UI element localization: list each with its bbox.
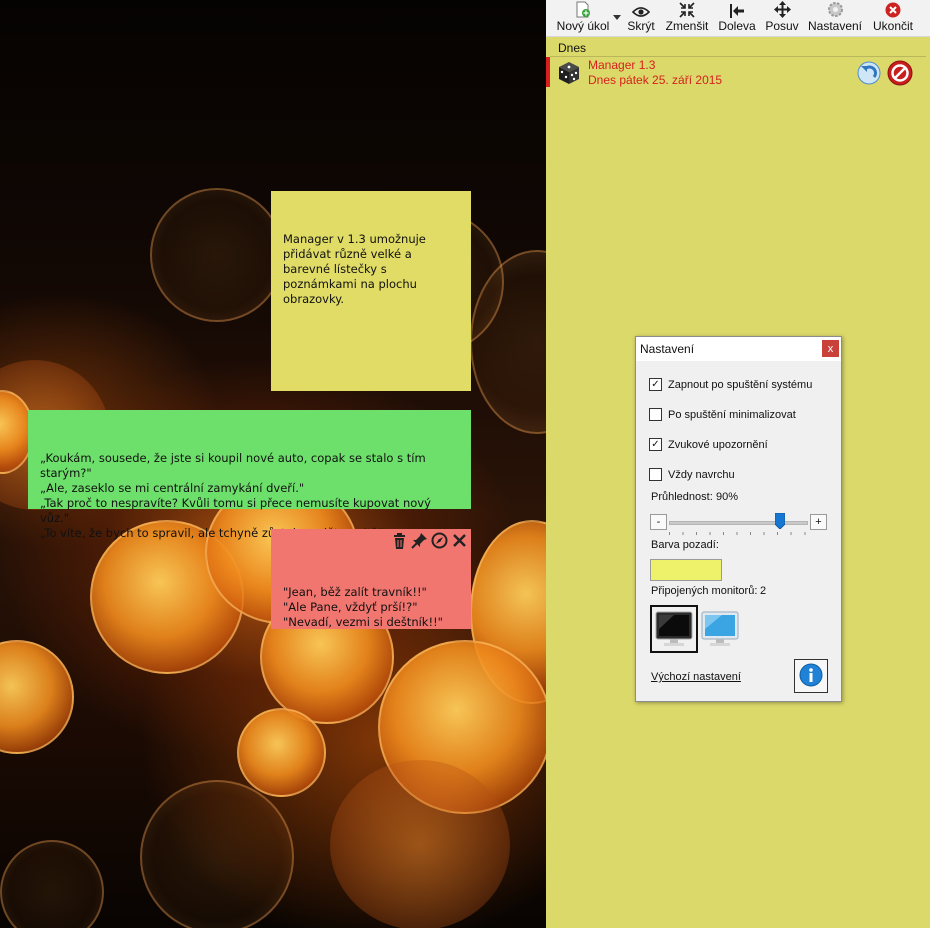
checkbox-autostart[interactable]: ✓ xyxy=(649,378,662,391)
monitors-label: Připojených monitorů: xyxy=(651,585,758,597)
bokeh-circle xyxy=(140,780,294,928)
info-icon xyxy=(799,663,823,690)
note-text[interactable]: „Koukám, sousede, že jste si koupil nové… xyxy=(40,451,431,540)
opacity-value: 90% xyxy=(716,491,739,503)
note-toolbar xyxy=(390,531,469,550)
task-priority-bar xyxy=(546,57,550,87)
task-date: Dnes pátek 25. září 2015 xyxy=(588,73,723,87)
default-settings-link[interactable]: Výchozí nastavení xyxy=(651,671,741,683)
move-button[interactable]: Posuv xyxy=(762,0,802,36)
dialog-close-button[interactable]: x xyxy=(822,340,839,357)
dialog-title-bar[interactable]: Nastavení x xyxy=(636,337,841,361)
option-label: Po spuštění minimalizovat xyxy=(668,408,796,421)
dialog-title: Nastavení xyxy=(640,342,695,356)
exit-label: Ukončit xyxy=(872,19,913,33)
monitors-count: 2 xyxy=(760,585,767,597)
settings-button[interactable]: Nastavení xyxy=(806,0,864,36)
bokeh-circle xyxy=(150,188,284,322)
exit-icon xyxy=(868,0,918,18)
close-icon[interactable] xyxy=(450,531,469,550)
monitor-1-icon[interactable] xyxy=(650,605,698,653)
sticky-note-yellow[interactable]: Manager v 1.3 umožnuje přidávat různě ve… xyxy=(271,191,471,391)
align-left-arrow-icon xyxy=(716,0,758,18)
sticky-note-red[interactable]: "Jean, běž zalít travník!!" "Ale Pane, v… xyxy=(271,529,471,629)
info-button[interactable] xyxy=(794,659,828,693)
new-document-icon xyxy=(550,0,616,18)
new-task-button[interactable]: Nový úkol xyxy=(550,0,616,36)
plus-label: + xyxy=(815,516,822,528)
bokeh-circle xyxy=(330,760,510,928)
opacity-increase-button[interactable]: + xyxy=(810,514,827,530)
bokeh-circle xyxy=(0,640,74,754)
compass-icon[interactable] xyxy=(430,531,449,550)
bokeh-circle xyxy=(237,708,326,797)
dice-icon xyxy=(556,60,581,85)
move-label: Posuv xyxy=(765,19,799,33)
divider xyxy=(550,56,926,57)
checkbox-minimize[interactable] xyxy=(649,408,662,421)
settings-dialog: Nastavení x ✓ Zapnout po spuštění systém… xyxy=(635,336,842,702)
move-arrows-icon xyxy=(762,0,802,18)
exit-button[interactable]: Ukončit xyxy=(868,0,918,36)
left-button[interactable]: Doleva xyxy=(716,0,758,36)
opacity-slider-track[interactable] xyxy=(669,521,808,525)
option-sound[interactable]: ✓ Zvukové upozornění xyxy=(649,438,768,451)
sticky-note-green[interactable]: „Koukám, sousede, že jste si koupil nové… xyxy=(28,410,471,540)
eye-icon xyxy=(624,0,658,18)
shrink-icon xyxy=(662,0,712,18)
close-icon: x xyxy=(827,342,834,355)
chevron-down-icon xyxy=(612,0,622,20)
checkbox-sound[interactable]: ✓ xyxy=(649,438,662,451)
slider-ticks xyxy=(669,532,806,535)
monitor-2-icon[interactable] xyxy=(698,607,742,651)
new-task-label: Nový úkol xyxy=(556,19,610,33)
shrink-button[interactable]: Zmenšit xyxy=(662,0,712,36)
bg-color-swatch[interactable] xyxy=(650,559,722,581)
note-text[interactable]: "Jean, běž zalít travník!!" "Ale Pane, v… xyxy=(283,585,443,629)
task-name: Manager 1.3 xyxy=(588,58,656,72)
opacity-decrease-button[interactable]: - xyxy=(650,514,667,530)
cancel-icon[interactable] xyxy=(887,60,913,86)
toolbar: Nový úkol Skrýt Zmenšit Doleva Posuv Nas… xyxy=(546,0,930,37)
section-header-today: Dnes xyxy=(558,41,587,55)
option-always-on-top[interactable]: Vždy navrchu xyxy=(649,468,735,481)
pin-icon[interactable] xyxy=(410,531,429,550)
trash-icon[interactable] xyxy=(390,531,409,550)
minus-label: - xyxy=(656,516,661,528)
option-minimize[interactable]: Po spuštění minimalizovat xyxy=(649,408,796,421)
bokeh-circle xyxy=(0,840,104,928)
hide-button[interactable]: Skrýt xyxy=(624,0,658,36)
opacity-slider-thumb[interactable] xyxy=(774,512,786,530)
checkbox-always-on-top[interactable] xyxy=(649,468,662,481)
left-label: Doleva xyxy=(718,19,756,33)
new-task-dropdown[interactable] xyxy=(612,0,622,36)
opacity-label: Průhlednost: xyxy=(651,491,713,503)
bg-color-label: Barva pozadí: xyxy=(651,539,719,551)
undo-icon[interactable] xyxy=(857,61,881,85)
option-label: Vždy navrchu xyxy=(668,468,735,481)
option-autostart[interactable]: ✓ Zapnout po spuštění systému xyxy=(649,378,812,391)
option-label: Zvukové upozornění xyxy=(668,438,768,451)
hide-label: Skrýt xyxy=(627,19,655,33)
option-label: Zapnout po spuštění systému xyxy=(668,378,813,391)
settings-label: Nastavení xyxy=(807,19,863,33)
shrink-label: Zmenšit xyxy=(665,19,709,33)
gear-icon xyxy=(806,0,864,18)
note-text[interactable]: Manager v 1.3 umožnuje přidávat různě ve… xyxy=(283,232,426,306)
